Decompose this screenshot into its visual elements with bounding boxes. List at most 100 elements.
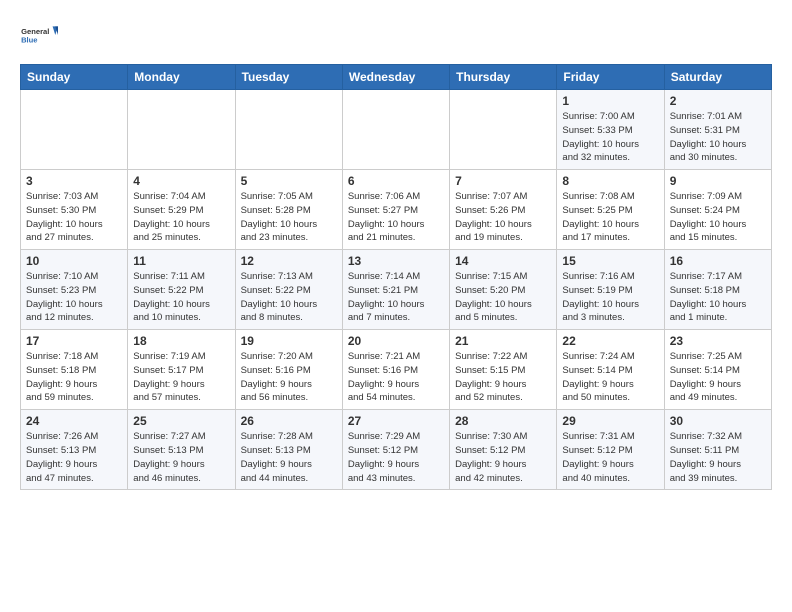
calendar-cell: 27Sunrise: 7:29 AM Sunset: 5:12 PM Dayli…: [342, 410, 449, 490]
calendar-cell: 20 Sunrise: 7:21 AM Sunset: 5:16 PM Dayli…: [342, 330, 449, 410]
calendar-cell: 18 Sunrise: 7:19 AM Sunset: 5:17 PM Dayli…: [128, 330, 235, 410]
day-number: 17: [26, 334, 122, 348]
day-number: 14: [455, 254, 551, 268]
day-number: 20: [348, 334, 444, 348]
day-info: Sunrise: 7:08 AM Sunset: 5:25 PM Dayligh…: [562, 190, 658, 245]
day-number: 10: [26, 254, 122, 268]
day-info: Sunrise: 7:32 AM Sunset: 5:11 PM Dayligh…: [670, 430, 766, 485]
day-number: 28: [455, 414, 551, 428]
calendar-cell: 28Sunrise: 7:30 AM Sunset: 5:12 PM Dayli…: [450, 410, 557, 490]
day-info: Sunrise: 7:21 AM Sunset: 5:16 PM Dayligh…: [348, 350, 444, 405]
calendar-cell: [450, 90, 557, 170]
calendar-cell: 25Sunrise: 7:27 AM Sunset: 5:13 PM Dayli…: [128, 410, 235, 490]
calendar-cell: 8Sunrise: 7:08 AM Sunset: 5:25 PM Daylig…: [557, 170, 664, 250]
calendar-cell: [235, 90, 342, 170]
calendar-cell: 29 Sunrise: 7:31 AM Sunset: 5:12 PM Dayli…: [557, 410, 664, 490]
calendar-week-row: 17 Sunrise: 7:18 AM Sunset: 5:18 PM Dayli…: [21, 330, 772, 410]
day-number: 21: [455, 334, 551, 348]
calendar-week-row: 10 Sunrise: 7:10 AM Sunset: 5:23 PM Dayli…: [21, 250, 772, 330]
calendar-cell: 16 Sunrise: 7:17 AM Sunset: 5:18 PM Dayli…: [664, 250, 771, 330]
weekday-header-row: SundayMondayTuesdayWednesdayThursdayFrid…: [21, 65, 772, 90]
day-number: 26: [241, 414, 337, 428]
day-number: 19: [241, 334, 337, 348]
calendar-cell: 19Sunrise: 7:20 AM Sunset: 5:16 PM Dayli…: [235, 330, 342, 410]
calendar-cell: 21 Sunrise: 7:22 AM Sunset: 5:15 PM Dayli…: [450, 330, 557, 410]
calendar-cell: 17 Sunrise: 7:18 AM Sunset: 5:18 PM Dayli…: [21, 330, 128, 410]
calendar-cell: 10 Sunrise: 7:10 AM Sunset: 5:23 PM Dayli…: [21, 250, 128, 330]
day-number: 9: [670, 174, 766, 188]
calendar-cell: 26 Sunrise: 7:28 AM Sunset: 5:13 PM Dayli…: [235, 410, 342, 490]
day-info: Sunrise: 7:00 AM Sunset: 5:33 PM Dayligh…: [562, 110, 658, 165]
day-number: 18: [133, 334, 229, 348]
day-info: Sunrise: 7:10 AM Sunset: 5:23 PM Dayligh…: [26, 270, 122, 325]
day-info: Sunrise: 7:17 AM Sunset: 5:18 PM Dayligh…: [670, 270, 766, 325]
svg-text:General: General: [21, 27, 49, 36]
calendar-cell: 12Sunrise: 7:13 AM Sunset: 5:22 PM Dayli…: [235, 250, 342, 330]
calendar-cell: 2 Sunrise: 7:01 AM Sunset: 5:31 PM Daylig…: [664, 90, 771, 170]
day-number: 13: [348, 254, 444, 268]
day-info: Sunrise: 7:22 AM Sunset: 5:15 PM Dayligh…: [455, 350, 551, 405]
day-number: 6: [348, 174, 444, 188]
day-info: Sunrise: 7:16 AM Sunset: 5:19 PM Dayligh…: [562, 270, 658, 325]
day-info: Sunrise: 7:03 AM Sunset: 5:30 PM Dayligh…: [26, 190, 122, 245]
day-info: Sunrise: 7:14 AM Sunset: 5:21 PM Dayligh…: [348, 270, 444, 325]
day-number: 12: [241, 254, 337, 268]
calendar-cell: [21, 90, 128, 170]
calendar-cell: 13 Sunrise: 7:14 AM Sunset: 5:21 PM Dayli…: [342, 250, 449, 330]
calendar-cell: 3Sunrise: 7:03 AM Sunset: 5:30 PM Daylig…: [21, 170, 128, 250]
logo-icon: GeneralBlue: [20, 16, 58, 54]
day-info: Sunrise: 7:15 AM Sunset: 5:20 PM Dayligh…: [455, 270, 551, 325]
calendar-week-row: 1 Sunrise: 7:00 AM Sunset: 5:33 PM Daylig…: [21, 90, 772, 170]
day-number: 24: [26, 414, 122, 428]
weekday-header-friday: Friday: [557, 65, 664, 90]
day-info: Sunrise: 7:25 AM Sunset: 5:14 PM Dayligh…: [670, 350, 766, 405]
day-number: 4: [133, 174, 229, 188]
weekday-header-thursday: Thursday: [450, 65, 557, 90]
calendar-week-row: 24 Sunrise: 7:26 AM Sunset: 5:13 PM Dayli…: [21, 410, 772, 490]
calendar-cell: 6 Sunrise: 7:06 AM Sunset: 5:27 PM Daylig…: [342, 170, 449, 250]
day-info: Sunrise: 7:28 AM Sunset: 5:13 PM Dayligh…: [241, 430, 337, 485]
weekday-header-tuesday: Tuesday: [235, 65, 342, 90]
calendar-cell: [342, 90, 449, 170]
calendar-table: SundayMondayTuesdayWednesdayThursdayFrid…: [20, 64, 772, 490]
day-info: Sunrise: 7:05 AM Sunset: 5:28 PM Dayligh…: [241, 190, 337, 245]
day-number: 16: [670, 254, 766, 268]
calendar-cell: 30 Sunrise: 7:32 AM Sunset: 5:11 PM Dayli…: [664, 410, 771, 490]
weekday-header-saturday: Saturday: [664, 65, 771, 90]
calendar-cell: 24 Sunrise: 7:26 AM Sunset: 5:13 PM Dayli…: [21, 410, 128, 490]
day-number: 2: [670, 94, 766, 108]
day-info: Sunrise: 7:07 AM Sunset: 5:26 PM Dayligh…: [455, 190, 551, 245]
weekday-header-wednesday: Wednesday: [342, 65, 449, 90]
calendar-cell: [128, 90, 235, 170]
day-info: Sunrise: 7:29 AM Sunset: 5:12 PM Dayligh…: [348, 430, 444, 485]
day-number: 15: [562, 254, 658, 268]
day-info: Sunrise: 7:04 AM Sunset: 5:29 PM Dayligh…: [133, 190, 229, 245]
day-info: Sunrise: 7:06 AM Sunset: 5:27 PM Dayligh…: [348, 190, 444, 245]
weekday-header-sunday: Sunday: [21, 65, 128, 90]
calendar-cell: 14 Sunrise: 7:15 AM Sunset: 5:20 PM Dayli…: [450, 250, 557, 330]
calendar-cell: 11 Sunrise: 7:11 AM Sunset: 5:22 PM Dayli…: [128, 250, 235, 330]
calendar-cell: 4 Sunrise: 7:04 AM Sunset: 5:29 PM Daylig…: [128, 170, 235, 250]
day-info: Sunrise: 7:19 AM Sunset: 5:17 PM Dayligh…: [133, 350, 229, 405]
day-info: Sunrise: 7:01 AM Sunset: 5:31 PM Dayligh…: [670, 110, 766, 165]
calendar-cell: 7 Sunrise: 7:07 AM Sunset: 5:26 PM Daylig…: [450, 170, 557, 250]
logo: GeneralBlue: [20, 16, 58, 54]
day-number: 30: [670, 414, 766, 428]
day-number: 11: [133, 254, 229, 268]
day-number: 1: [562, 94, 658, 108]
day-info: Sunrise: 7:18 AM Sunset: 5:18 PM Dayligh…: [26, 350, 122, 405]
day-info: Sunrise: 7:26 AM Sunset: 5:13 PM Dayligh…: [26, 430, 122, 485]
day-info: Sunrise: 7:31 AM Sunset: 5:12 PM Dayligh…: [562, 430, 658, 485]
day-info: Sunrise: 7:24 AM Sunset: 5:14 PM Dayligh…: [562, 350, 658, 405]
day-info: Sunrise: 7:11 AM Sunset: 5:22 PM Dayligh…: [133, 270, 229, 325]
day-number: 29: [562, 414, 658, 428]
svg-text:Blue: Blue: [21, 36, 37, 45]
day-number: 7: [455, 174, 551, 188]
day-number: 23: [670, 334, 766, 348]
weekday-header-monday: Monday: [128, 65, 235, 90]
day-info: Sunrise: 7:27 AM Sunset: 5:13 PM Dayligh…: [133, 430, 229, 485]
day-info: Sunrise: 7:09 AM Sunset: 5:24 PM Dayligh…: [670, 190, 766, 245]
header: GeneralBlue: [20, 16, 772, 54]
calendar-cell: 15 Sunrise: 7:16 AM Sunset: 5:19 PM Dayli…: [557, 250, 664, 330]
page: GeneralBlue SundayMondayTuesdayWednesday…: [0, 0, 792, 506]
